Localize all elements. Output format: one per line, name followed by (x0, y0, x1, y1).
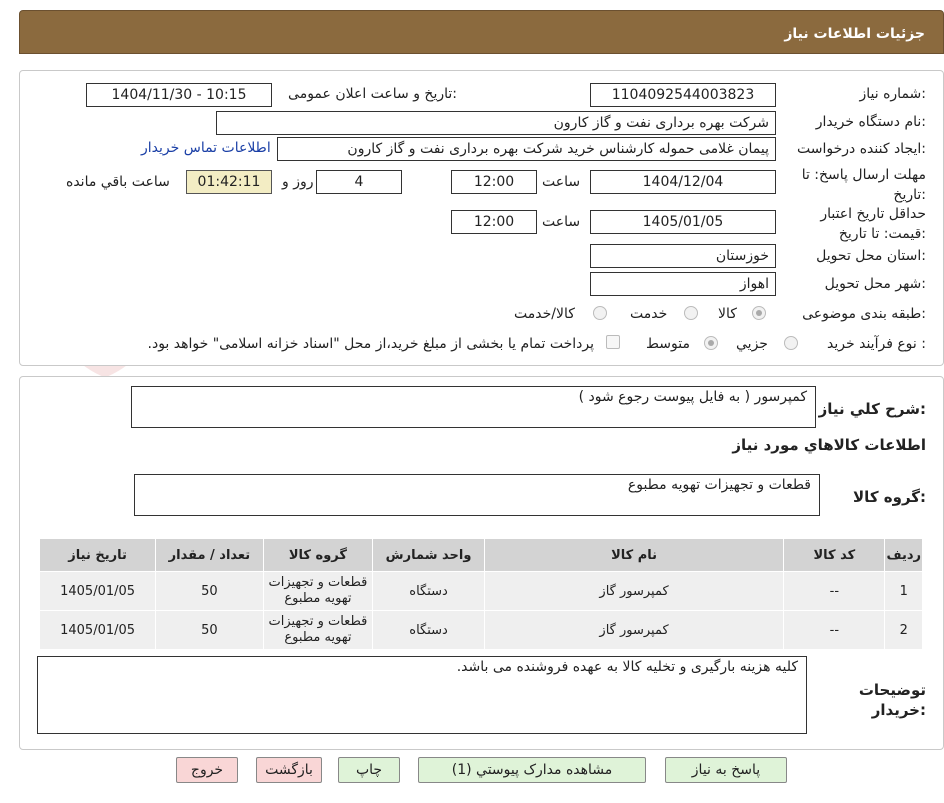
city-field[interactable]: اهواز (590, 272, 776, 296)
goods-group-text: قطعات و تجهیزات تهویه مطبوع (627, 477, 811, 493)
validity-time-label: ساعت (542, 214, 581, 230)
province-field[interactable]: خوزستان (590, 244, 776, 268)
remaining-time-field: 01:42:11 (186, 170, 272, 194)
days-remaining-field[interactable]: 4 (316, 170, 402, 194)
treasury-payment-note: پرداخت تمام یا بخشی از مبلغ خرید،از محل … (147, 336, 594, 352)
category-goods-label: کالا (718, 306, 737, 322)
treasury-payment-checkbox[interactable] (606, 335, 620, 349)
goods-table: ردیف کد کالا نام کالا واحد شمارش گروه کا… (38, 538, 923, 650)
goods-group-label: گروه کالا: (853, 488, 926, 506)
process-radio-medium[interactable] (704, 336, 718, 350)
col-group-header: گروه کالا (262, 538, 374, 572)
page-header: جزئیات اطلاعات نیاز (19, 10, 944, 54)
col-row-header: ردیف (884, 538, 923, 572)
col-code-header: کد کالا (783, 538, 886, 572)
general-description-label: شرح کلي نیاز: (818, 400, 926, 418)
category-radio-goods-service[interactable] (593, 306, 607, 320)
cell-name: کمپرسور گاز (483, 571, 785, 611)
back-button[interactable]: بازگشت (256, 757, 322, 783)
announce-datetime-field[interactable]: 1404/11/30 - 10:15 (86, 83, 272, 107)
cell-qty: 50 (155, 610, 264, 650)
buyer-notes-label: توضیحات خریدار: (858, 681, 926, 719)
category-service-label: خدمت (630, 306, 668, 322)
buyer-notes-field[interactable]: کلیه هزینه بارگیری و تخلیه کالا به عهده … (37, 656, 807, 734)
deadline-date-field[interactable]: 1404/12/04 (590, 170, 776, 194)
city-label: شهر محل تحویل: (824, 276, 926, 292)
cell-qty: 50 (155, 571, 264, 611)
general-description-field[interactable]: کمپرسور ( به فایل پیوست رجوع شود ) (131, 386, 816, 428)
deadline-label: مهلت ارسال پاسخ: تا تاریخ: (801, 167, 926, 203)
table-row[interactable]: 2 -- کمپرسور گاز دستگاه قطعات و تجهیزات … (38, 610, 923, 650)
cell-unit: دستگاه (372, 610, 485, 650)
cell-code: -- (783, 610, 886, 650)
cell-date: 1405/01/05 (38, 610, 157, 650)
view-attachments-button[interactable]: مشاهده مدارک پیوستي (1) (418, 757, 646, 783)
need-number-label: شماره نیاز: (859, 86, 926, 102)
buyer-org-label: نام دستگاه خریدار: (815, 114, 926, 130)
cell-row: 2 (884, 610, 923, 650)
print-button[interactable]: چاپ (338, 757, 400, 783)
cell-code: -- (783, 571, 886, 611)
cell-group: قطعات و تجهیزات تهویه مطبوع (262, 571, 374, 611)
process-minor-label: جزیي (736, 336, 768, 352)
cell-date: 1405/01/05 (38, 571, 157, 611)
exit-button[interactable]: خروج (176, 757, 238, 783)
category-goods-service-label: کالا/خدمت (514, 306, 575, 322)
general-description-text: کمپرسور ( به فایل پیوست رجوع شود ) (578, 389, 807, 405)
buyer-org-field[interactable]: شرکت بهره برداری نفت و گاز کارون (216, 111, 776, 135)
buyer-notes-text: کلیه هزینه بارگیری و تخلیه کالا به عهده … (456, 659, 798, 675)
buyer-contact-link[interactable]: اطلاعات تماس خریدار (141, 140, 271, 156)
cell-name: کمپرسور گاز (483, 610, 785, 650)
col-name-header: نام کالا (483, 538, 785, 572)
announce-datetime-label: تاریخ و ساعت اعلان عمومی: (288, 86, 457, 102)
purchase-process-label: نوع فرآیند خرید : (827, 336, 926, 352)
request-creator-label: ایجاد کننده درخواست: (797, 141, 926, 157)
col-date-header: تاریخ نیاز (38, 538, 157, 572)
need-number-field[interactable]: 1104092544003823 (590, 83, 776, 107)
cell-group: قطعات و تجهیزات تهویه مطبوع (262, 610, 374, 650)
validity-time-field[interactable]: 12:00 (451, 210, 537, 234)
col-qty-header: تعداد / مقدار (155, 538, 264, 572)
category-radio-goods[interactable] (752, 306, 766, 320)
deadline-time-field[interactable]: 12:00 (451, 170, 537, 194)
goods-group-field[interactable]: قطعات و تجهیزات تهویه مطبوع (134, 474, 820, 516)
category-label: طبقه بندی موضوعی: (802, 306, 926, 322)
validity-label: حداقل تاریخ اعتبار قیمت: تا تاریخ: (820, 206, 926, 242)
reply-button[interactable]: پاسخ به نیاز (665, 757, 787, 783)
days-label: روز و (282, 174, 314, 190)
process-radio-minor[interactable] (784, 336, 798, 350)
col-unit-header: واحد شمارش (372, 538, 485, 572)
validity-date-field[interactable]: 1405/01/05 (590, 210, 776, 234)
goods-info-title: اطلاعات کالاهاي مورد نیاز (732, 436, 926, 454)
cell-unit: دستگاه (372, 571, 485, 611)
page-title: جزئیات اطلاعات نیاز (784, 26, 925, 42)
process-medium-label: متوسط (646, 336, 690, 352)
table-row[interactable]: 1 -- کمپرسور گاز دستگاه قطعات و تجهیزات … (38, 571, 923, 611)
remaining-time-label: ساعت باقي مانده (66, 174, 170, 190)
province-label: استان محل تحویل: (816, 248, 926, 264)
deadline-time-label: ساعت (542, 174, 581, 190)
category-radio-service[interactable] (684, 306, 698, 320)
goods-table-header-row: ردیف کد کالا نام کالا واحد شمارش گروه کا… (38, 538, 923, 572)
request-creator-field[interactable]: پیمان غلامی حموله کارشناس خرید شرکت بهره… (277, 137, 776, 161)
cell-row: 1 (884, 571, 923, 611)
